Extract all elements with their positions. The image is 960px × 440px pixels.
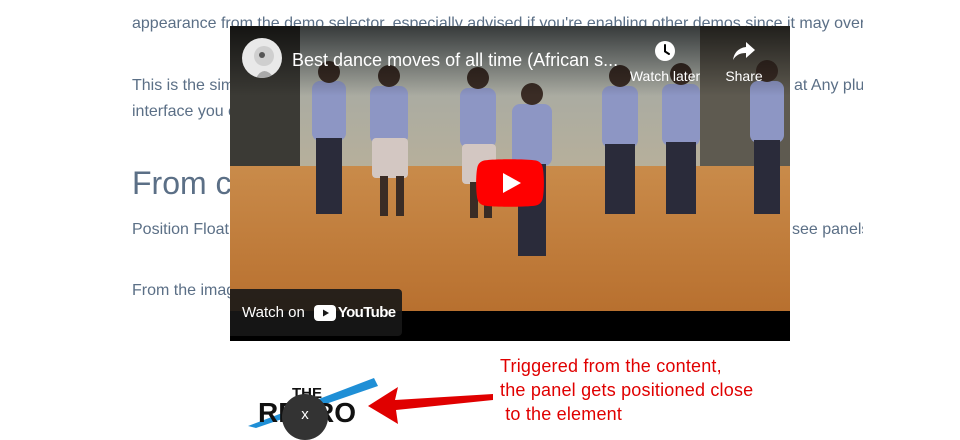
- paragraph-simple-right: at Any plugin: [794, 77, 863, 94]
- video-title[interactable]: Best dance moves of all time (African s.…: [292, 49, 622, 71]
- section-heading: From c: [132, 165, 230, 201]
- watch-on-label: Watch on: [242, 304, 305, 321]
- watch-later-button[interactable]: Watch later: [628, 40, 702, 84]
- share-icon: [733, 42, 755, 60]
- watch-later-label: Watch later: [629, 68, 701, 84]
- paragraph-position-left: Position Float: [132, 221, 229, 238]
- paragraph-simple-left: This is the sim: [132, 77, 230, 94]
- clock-icon: [655, 41, 675, 61]
- watch-on-youtube-button[interactable]: Watch on YouTube: [230, 289, 402, 336]
- close-button[interactable]: x: [282, 394, 328, 440]
- paragraph-interface: interface you c: [132, 103, 230, 120]
- red-arrow-icon: [368, 387, 493, 424]
- youtube-embed[interactable]: Best dance moves of all time (African s.…: [230, 26, 790, 341]
- share-button[interactable]: Share: [720, 40, 768, 84]
- annotation-text: Triggered from the content, the panel ge…: [500, 356, 754, 424]
- paragraph-from-image: From the imag: [132, 282, 230, 299]
- channel-avatar-icon: [254, 46, 274, 78]
- youtube-logo: YouTube: [313, 304, 396, 321]
- play-button[interactable]: [476, 159, 544, 207]
- youtube-wordmark: YouTube: [337, 304, 396, 321]
- paragraph-position-right: see panels: [792, 221, 863, 238]
- share-label: Share: [725, 68, 763, 84]
- channel-avatar[interactable]: [242, 38, 282, 78]
- youtube-play-icon: [313, 304, 336, 321]
